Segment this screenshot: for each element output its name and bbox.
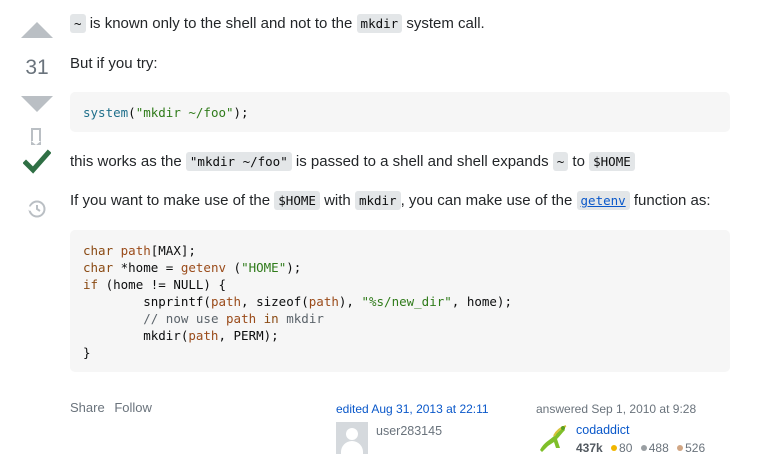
paragraph-1: ~ is known only to the shell and not to …: [70, 14, 485, 34]
author-username[interactable]: codaddict: [576, 423, 630, 437]
text: function as:: [629, 192, 711, 209]
text: is passed to a shell and shell expands: [291, 153, 553, 170]
edited-timestamp-link[interactable]: edited Aug 31, 2013 at 22:11: [336, 402, 489, 416]
text: is known only to the shell and not to th…: [85, 15, 357, 32]
downvote-arrow-icon[interactable]: [21, 96, 53, 112]
text: to: [568, 153, 590, 170]
bronze-badge-icon: [677, 445, 684, 452]
silver-badge-icon: [640, 445, 647, 452]
paragraph-3: this works as the "mkdir ~/foo" is passe…: [70, 152, 635, 172]
gold-badge-icon: [611, 445, 618, 452]
post-menu: Share Follow: [70, 400, 158, 415]
inline-code: $HOME: [274, 191, 320, 210]
paragraph-4: If you want to make use of the $HOME wit…: [70, 191, 711, 211]
getenv-link[interactable]: getenv: [576, 191, 630, 210]
text: If you want to make use of the: [70, 192, 275, 209]
edited-info: edited Aug 31, 2013 at 22:11 user283145: [336, 402, 489, 454]
reputation-score: 437k: [576, 441, 603, 455]
follow-link[interactable]: Follow: [114, 400, 152, 415]
answered-info: answered Sep 1, 2010 at 9:28 codaddict 4…: [536, 402, 705, 455]
share-link[interactable]: Share: [70, 400, 105, 415]
accepted-check-icon: [23, 149, 51, 174]
author-stats: 437k 80 488 526: [576, 441, 705, 455]
bookmark-icon[interactable]: [31, 128, 41, 145]
text: , you can make use of the: [400, 192, 577, 209]
inline-code: ~: [70, 14, 86, 33]
gold-badge-count: 80: [619, 441, 633, 455]
answered-timestamp: answered Sep 1, 2010 at 9:28: [536, 402, 697, 416]
code-block-system: system("mkdir ~/foo");: [70, 92, 730, 132]
code-block-getenv: char path[MAX]; char *home = getenv ("HO…: [70, 230, 730, 372]
inline-code: ~: [552, 152, 569, 171]
paragraph-2: But if you try:: [70, 55, 158, 72]
inline-code: $HOME: [589, 152, 635, 171]
editor-username[interactable]: user283145: [376, 424, 442, 438]
code-content: char path[MAX]; char *home = getenv ("HO…: [83, 243, 512, 360]
vote-count: 31: [25, 56, 49, 79]
code-line: system("mkdir ~/foo");: [83, 105, 249, 120]
inline-code: mkdir: [354, 191, 401, 210]
author-avatar[interactable]: [536, 422, 568, 454]
text: system call.: [402, 15, 485, 32]
inline-code: mkdir: [356, 14, 403, 33]
inline-code: "mkdir ~/foo": [185, 152, 292, 171]
upvote-arrow-icon[interactable]: [21, 22, 53, 38]
silver-badge-count: 488: [648, 441, 669, 455]
bronze-badge-count: 526: [685, 441, 706, 455]
editor-avatar[interactable]: [336, 422, 368, 454]
history-icon[interactable]: [26, 198, 48, 220]
text: with: [319, 192, 355, 209]
text: this works as the: [70, 153, 186, 170]
